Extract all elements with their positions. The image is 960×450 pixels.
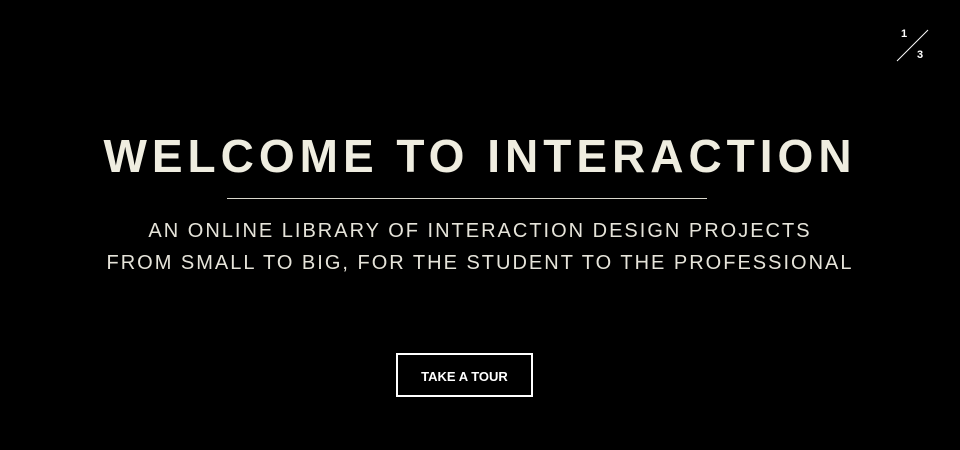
hero-title: WELCOME TO INTERACTION — [103, 130, 857, 182]
counter-slash-divider — [896, 29, 929, 62]
welcome-page: 1 3 WELCOME TO INTERACTION AN ONLINE LIB… — [0, 0, 960, 450]
title-divider — [227, 198, 707, 199]
slide-counter: 1 3 — [894, 28, 932, 64]
take-a-tour-button[interactable]: TAKE A TOUR — [396, 353, 533, 397]
slide-counter-current: 1 — [901, 28, 908, 40]
hero-subtitle-line-1: AN ONLINE LIBRARY OF INTERACTION DESIGN … — [148, 220, 812, 242]
slide-counter-total: 3 — [917, 49, 924, 61]
hero-subtitle-line-2: FROM SMALL TO BIG, FOR THE STUDENT TO TH… — [106, 252, 854, 274]
